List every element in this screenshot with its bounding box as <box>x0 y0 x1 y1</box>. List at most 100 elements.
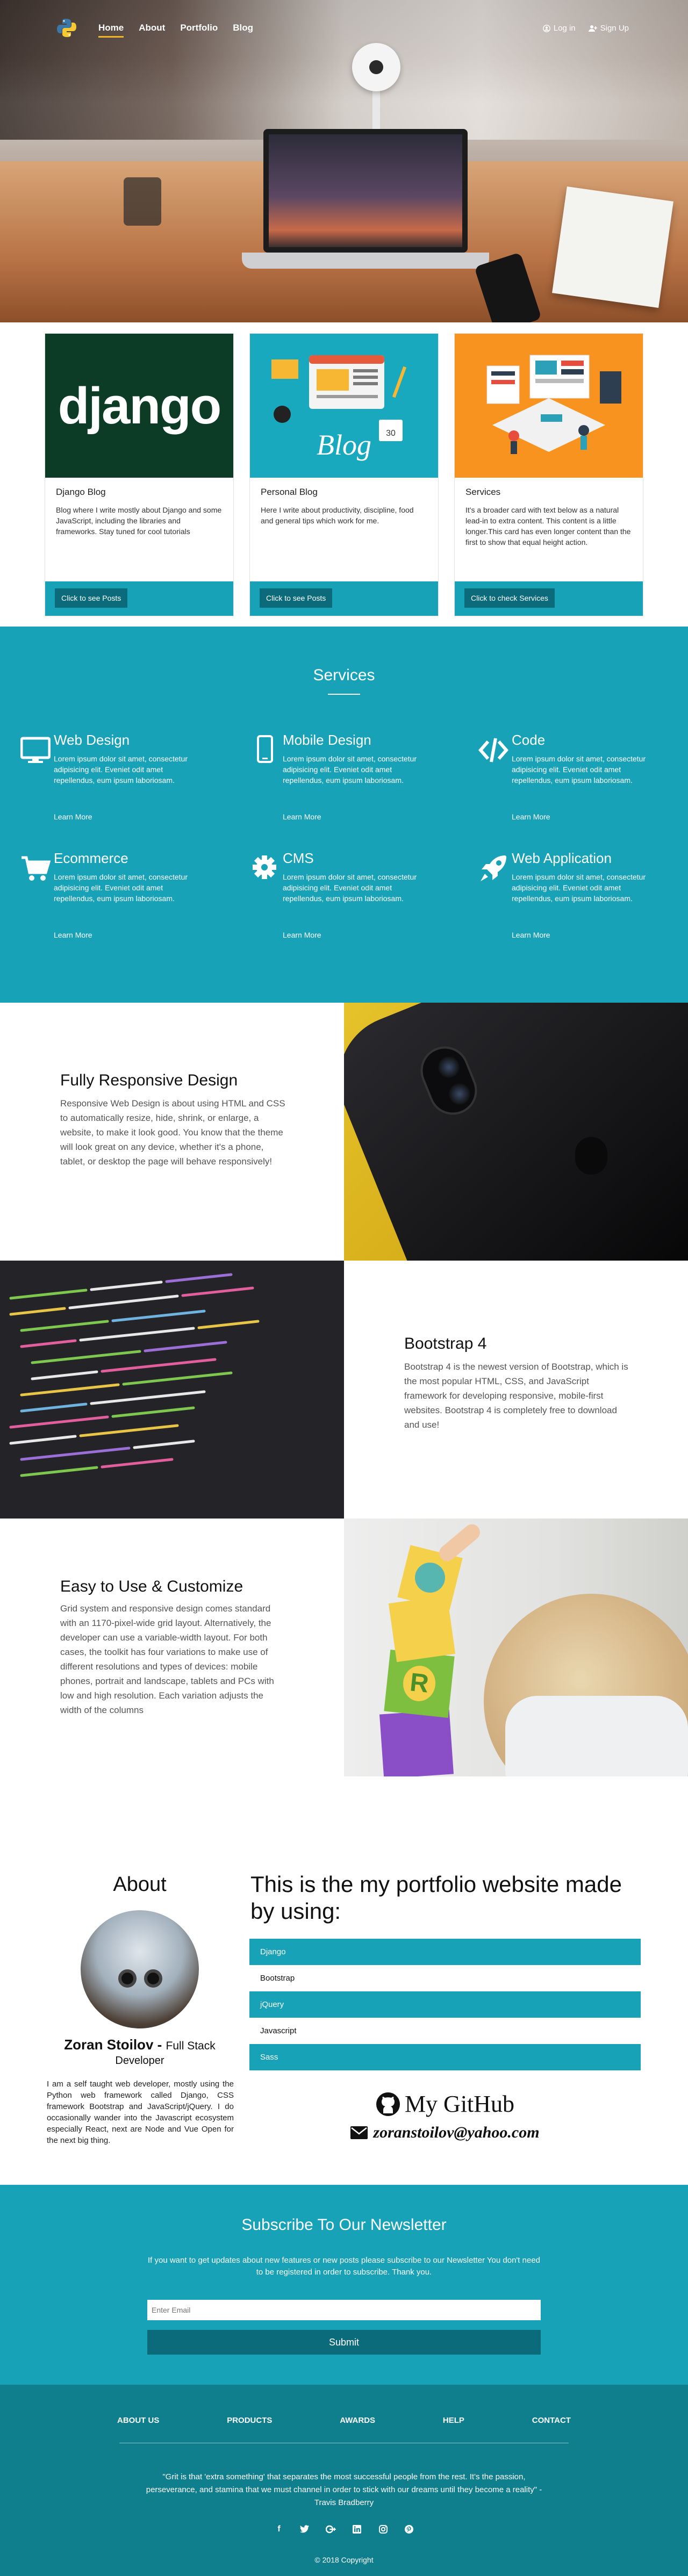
rocket-icon <box>481 855 506 881</box>
newsletter-section: Subscribe To Our Newsletter If you want … <box>0 2185 688 2385</box>
card-services: Services It's a broader card with text b… <box>454 333 643 616</box>
service-desc: Lorem ipsum dolor sit amet, consectetur … <box>54 754 188 785</box>
services-heading: Services <box>313 666 375 684</box>
email-label: zoranstoilov@yahoo.com <box>373 2124 540 2141</box>
feature-bootstrap: Bootstrap 4 Bootstrap 4 is the newest ve… <box>0 1261 688 1519</box>
iphone-photo <box>344 1003 688 1261</box>
facebook-icon[interactable]: f <box>273 2523 285 2535</box>
service-web-application: Web Application Lorem ipsum dolor sit am… <box>478 850 656 947</box>
blog-illustration: 30 Blog <box>250 334 438 478</box>
card-django-blog: django Django Blog Blog where I write mo… <box>45 333 234 616</box>
footer-link-awards[interactable]: AWARDS <box>340 2416 375 2425</box>
nav-link-about[interactable]: About <box>139 23 165 33</box>
copyright: © 2018 Copyright <box>314 2556 374 2564</box>
services-section: Services Web Design Lorem ipsum dolor si… <box>0 627 688 1003</box>
login-label: Log in <box>553 24 576 33</box>
profile-role-b: Developer <box>115 2055 164 2067</box>
profile-name: Zoran Stoilov - Full Stack <box>54 2037 226 2053</box>
code-lines-art <box>9 1273 260 1477</box>
block-letter: R <box>401 1664 438 1703</box>
newsletter-heading: Subscribe To Our Newsletter <box>241 2216 447 2234</box>
linkedin-icon[interactable] <box>351 2523 363 2535</box>
avatar <box>81 1910 199 2028</box>
envelope-icon <box>350 2126 368 2139</box>
skills-list: Django Bootstrap jQuery Javascript Sass <box>249 1939 641 2070</box>
footer-link-help[interactable]: HELP <box>443 2416 464 2425</box>
list-item: Sass <box>249 2044 641 2070</box>
nav-link-home[interactable]: Home <box>98 23 124 38</box>
about-heading: About <box>113 1873 167 1896</box>
email-input[interactable] <box>147 2300 541 2320</box>
services-illustration <box>455 334 643 478</box>
service-desc: Lorem ipsum dolor sit amet, consectetur … <box>512 873 646 903</box>
service-cms: CMS Lorem ipsum dolor sit amet, consecte… <box>249 850 427 947</box>
service-name: Web Application <box>512 850 612 866</box>
feature-text: Responsive Web Design is about using HTM… <box>60 1098 285 1167</box>
binocular-lens <box>118 1969 137 1988</box>
twitter-icon[interactable] <box>299 2523 311 2535</box>
list-item: Bootstrap <box>260 1974 295 1983</box>
code-screen-photo <box>0 1261 344 1519</box>
submit-button[interactable]: Submit <box>147 2330 541 2355</box>
service-name: Web Design <box>54 732 130 748</box>
django-image: django <box>45 334 233 478</box>
footer-links: ABOUT US PRODUCTS AWARDS HELP CONTACT <box>117 2416 571 2425</box>
feature-title: Bootstrap 4 <box>404 1335 487 1352</box>
footer-link-contact[interactable]: CONTACT <box>532 2416 571 2425</box>
top-navbar: Home About Portfolio Blog Log in Sign Up <box>0 0 688 59</box>
newsletter-text: If you want to get updates about new fea… <box>148 2256 540 2277</box>
instagram-icon[interactable] <box>377 2523 389 2535</box>
learn-more-link[interactable]: Learn More <box>54 812 92 821</box>
pinterest-icon[interactable] <box>403 2523 415 2535</box>
binocular-lens <box>144 1969 162 1988</box>
footer-link-about-us[interactable]: ABOUT US <box>117 2416 159 2425</box>
profile-bio: I am a self taught web developer, mostly… <box>47 2079 234 2145</box>
github-label: My GitHub <box>404 2091 515 2117</box>
google-plus-icon[interactable] <box>325 2523 337 2535</box>
card-personal-blog: 30 Blog Personal Blog Here I write about… <box>249 333 439 616</box>
learn-more-link[interactable]: Learn More <box>283 812 321 821</box>
service-name: CMS <box>283 850 314 866</box>
service-name: Ecommerce <box>54 850 128 866</box>
django-wordmark: django <box>58 377 222 435</box>
profile-name-text: Zoran Stoilov - <box>64 2037 166 2053</box>
gear-icon <box>253 855 276 879</box>
feature-text: Grid system and responsive design comes … <box>60 1603 274 1715</box>
card-text: Blog where I write mostly about Django a… <box>56 506 222 536</box>
github-link[interactable]: My GitHub <box>249 2090 641 2118</box>
laptop-base <box>242 253 489 269</box>
learn-more-link[interactable]: Learn More <box>512 931 550 939</box>
cart-icon <box>22 856 51 881</box>
feature-title: Fully Responsive Design <box>60 1071 238 1089</box>
see-posts-button[interactable]: Click to see Posts <box>260 588 333 608</box>
code-icon <box>478 738 508 762</box>
list-item: Django <box>249 1939 641 1965</box>
service-desc: Lorem ipsum dolor sit amet, consectetur … <box>512 754 646 785</box>
learn-more-link[interactable]: Learn More <box>512 812 550 821</box>
nav-link-blog[interactable]: Blog <box>233 23 253 33</box>
see-posts-button[interactable]: Click to see Posts <box>55 588 128 608</box>
learn-more-link[interactable]: Learn More <box>54 931 92 939</box>
isometric-office-icon <box>486 355 621 454</box>
list-item: jQuery <box>249 1991 641 2018</box>
check-services-button[interactable]: Click to check Services <box>464 588 555 608</box>
learn-more-link[interactable]: Learn More <box>283 931 321 939</box>
portfolio-heading: This is the my portfolio website made by… <box>250 1872 622 1924</box>
blog-script-word: Blog <box>317 429 371 461</box>
footer-quote: "Grit is that 'extra something' that sep… <box>146 2472 542 2507</box>
footer-link-products[interactable]: PRODUCTS <box>227 2416 272 2425</box>
page: Home About Portfolio Blog Log in Sign Up… <box>0 0 688 2576</box>
service-name: Code <box>512 732 546 748</box>
nav-link-portfolio[interactable]: Portfolio <box>180 23 218 33</box>
signup-link[interactable]: Sign Up <box>588 24 629 33</box>
list-item: Javascript <box>260 2026 297 2035</box>
email-link[interactable]: zoranstoilov@yahoo.com <box>249 2124 641 2142</box>
service-name: Mobile Design <box>283 732 371 748</box>
python-logo-icon[interactable] <box>56 17 77 39</box>
about-section: About Zoran Stoilov - Full Stack Develop… <box>0 1822 688 2185</box>
login-link[interactable]: Log in <box>542 24 576 33</box>
feature-customize: Easy to Use & Customize Grid system and … <box>0 1519 688 1776</box>
monitor-icon <box>20 737 51 763</box>
feature-title: Easy to Use & Customize <box>60 1578 243 1595</box>
service-desc: Lorem ipsum dolor sit amet, consectetur … <box>283 873 417 903</box>
